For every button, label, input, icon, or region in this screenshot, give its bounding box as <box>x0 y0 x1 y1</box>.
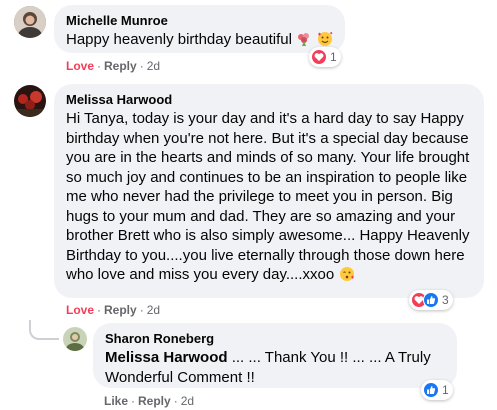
timestamp[interactable]: 2d <box>147 59 160 73</box>
like-reaction-icon <box>423 292 439 308</box>
profile-photo-icon <box>63 327 87 351</box>
comment-actions: Like · Reply · 2d <box>104 394 195 408</box>
comment-author[interactable]: Melissa Harwood <box>66 92 472 107</box>
comment-author[interactable]: Michelle Munroe <box>66 13 333 28</box>
comment-text: Happy heavenly birthday beautiful <box>66 31 292 48</box>
reply-thread-line <box>29 320 59 340</box>
reply-button[interactable]: Reply <box>104 303 137 317</box>
timestamp[interactable]: 2d <box>147 303 160 317</box>
love-reaction-icon <box>311 49 327 65</box>
timestamp[interactable]: 2d <box>181 394 194 408</box>
comment-actions: Love · Reply · 2d <box>66 303 161 317</box>
reaction-count: 1 <box>442 383 449 397</box>
like-reaction-icon <box>423 382 439 398</box>
like-button[interactable]: Like <box>104 394 128 408</box>
love-action[interactable]: Love <box>66 59 94 73</box>
comment-bubble: Michelle Munroe Happy heavenly birthday … <box>54 5 345 53</box>
reaction-count: 3 <box>442 293 449 307</box>
reply-button[interactable]: Reply <box>104 59 137 73</box>
profile-photo-icon <box>14 85 46 117</box>
profile-photo-icon <box>14 6 46 38</box>
flower-bouquet-icon <box>296 31 312 52</box>
mention-link[interactable]: Melissa Harwood <box>105 349 228 366</box>
comment-author[interactable]: Sharon Roneberg <box>105 331 445 346</box>
face-blowing-kiss-icon <box>339 266 355 287</box>
comment-bubble: Melissa Harwood Hi Tanya, today is your … <box>54 84 484 298</box>
avatar[interactable] <box>63 327 87 351</box>
comment-actions: Love · Reply · 2d <box>66 59 161 73</box>
reaction-summary[interactable]: 3 <box>409 290 453 310</box>
comment-text: Hi Tanya, today is your day and it's a h… <box>66 110 470 283</box>
reaction-count: 1 <box>330 50 337 64</box>
reaction-summary[interactable]: 1 <box>421 380 453 400</box>
reaction-summary[interactable]: 1 <box>309 47 341 67</box>
avatar[interactable] <box>14 6 46 38</box>
comment-bubble: Sharon Roneberg Melissa Harwood ... ... … <box>93 323 457 388</box>
avatar[interactable] <box>14 85 46 117</box>
love-action[interactable]: Love <box>66 303 94 317</box>
reply-button[interactable]: Reply <box>138 394 171 408</box>
